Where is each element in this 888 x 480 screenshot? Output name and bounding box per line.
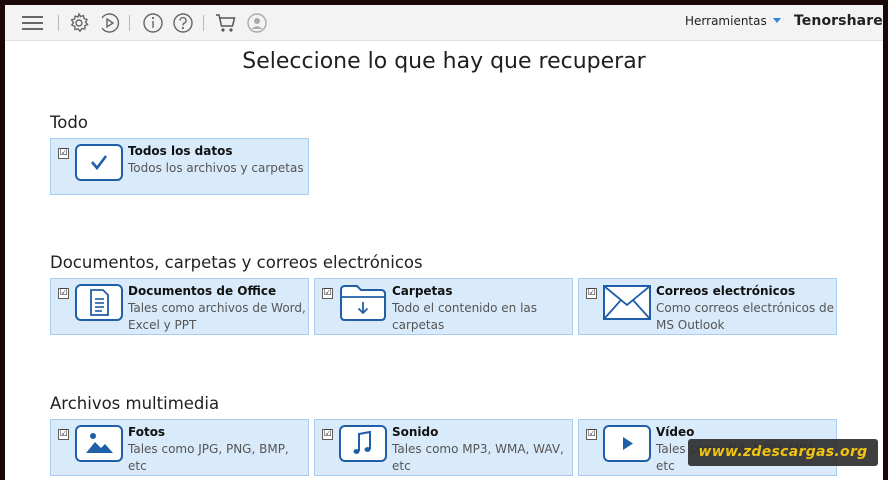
card-office-documents[interactable]: ☑ Documentos de Office Tales como archiv… — [50, 278, 309, 335]
section-title-multimedia: Archivos multimedia — [50, 394, 220, 413]
card-all-data[interactable]: ☑ Todos los datos Todos los archivos y c… — [50, 138, 309, 195]
tools-dropdown[interactable]: Herramientas — [685, 14, 781, 28]
watermark-banner: www.zdescargas.org — [688, 439, 878, 466]
toolbar-separator — [129, 15, 130, 31]
card-name: Vídeo — [656, 425, 695, 439]
checkbox[interactable]: ☑ — [322, 429, 333, 440]
user-account-icon[interactable] — [246, 12, 268, 34]
card-description: Tales como JPG, PNG, BMP, etc — [128, 442, 289, 473]
card-name: Documentos de Office — [128, 284, 277, 298]
checkbox[interactable]: ☑ — [586, 429, 597, 440]
card-name: Sonido — [392, 425, 439, 439]
card-description: Todo el contenido en las carpetas — [392, 301, 538, 332]
card-folders[interactable]: ☑ Carpetas Todo el contenido en las carp… — [314, 278, 573, 335]
checkbox[interactable]: ☑ — [58, 288, 69, 299]
card-emails[interactable]: ☑ Correos electrónicos Como correos elec… — [578, 278, 837, 335]
checkbox[interactable]: ☑ — [322, 288, 333, 299]
card-sound[interactable]: ☑ Sonido Tales como MP3, WMA, WAV, etc — [314, 419, 573, 476]
play-circle-icon[interactable] — [98, 12, 120, 34]
tools-dropdown-label: Herramientas — [685, 14, 767, 28]
card-description: Tales como archivos de Word, Excel y PPT — [128, 301, 306, 332]
card-name: Todos los datos — [128, 144, 233, 158]
checkbox[interactable]: ☑ — [58, 148, 69, 159]
info-icon[interactable] — [142, 12, 164, 34]
hamburger-menu-icon[interactable] — [22, 12, 44, 34]
section-title-all: Todo — [50, 113, 88, 132]
checkmark-icon — [75, 144, 123, 181]
music-note-icon — [339, 425, 387, 462]
card-description: Como correos electrónicos de MS Outlook — [656, 301, 835, 332]
play-icon — [603, 425, 651, 462]
checkbox[interactable]: ☑ — [586, 288, 597, 299]
card-name: Carpetas — [392, 284, 453, 298]
toolbar-separator — [203, 15, 204, 31]
caret-down-icon — [772, 18, 781, 23]
help-icon[interactable] — [172, 12, 194, 34]
image-icon — [75, 425, 123, 462]
cart-icon[interactable] — [215, 12, 237, 34]
envelope-icon — [603, 284, 651, 321]
card-name: Fotos — [128, 425, 166, 439]
section-title-documents: Documentos, carpetas y correos electróni… — [50, 253, 423, 272]
card-description: Todos los archivos y carpetas — [128, 161, 304, 175]
document-icon — [75, 284, 123, 321]
card-description: Tales como MP3, WMA, WAV, etc — [392, 442, 564, 473]
card-photos[interactable]: ☑ Fotos Tales como JPG, PNG, BMP, etc — [50, 419, 309, 476]
toolbar-separator — [58, 15, 59, 31]
folder-icon — [339, 284, 387, 321]
page-title: Seleccione lo que hay que recuperar — [242, 49, 646, 74]
app-window: Herramientas Tenorshare Seleccione lo qu… — [5, 5, 883, 480]
toolbar: Herramientas Tenorshare — [5, 5, 883, 41]
checkbox[interactable]: ☑ — [58, 429, 69, 440]
gear-icon[interactable] — [68, 12, 90, 34]
brand-logo: Tenorshare — [794, 13, 883, 29]
card-name: Correos electrónicos — [656, 284, 796, 298]
